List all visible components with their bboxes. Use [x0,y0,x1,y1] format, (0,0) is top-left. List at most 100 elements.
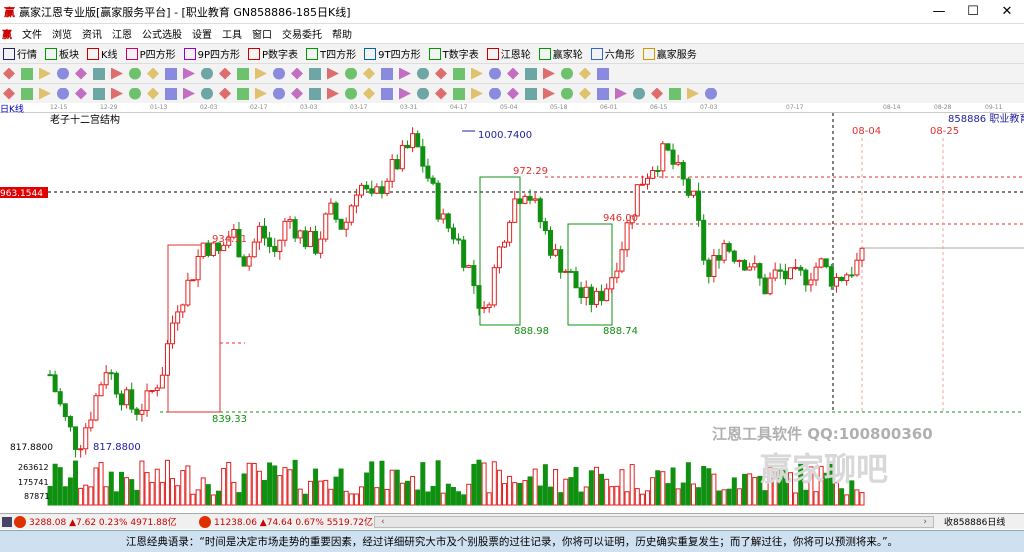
tool-icon[interactable] [525,87,537,100]
menu-file[interactable]: 文件 [22,26,42,41]
tool-icon[interactable] [147,67,159,80]
tool-icon[interactable] [39,67,51,80]
toolbar-item-5[interactable]: P数字表 [248,46,298,61]
tool-icon[interactable] [597,87,609,100]
tool-icon[interactable] [561,87,573,100]
menu-browse[interactable]: 浏览 [52,26,72,41]
tool-icon[interactable] [57,67,69,80]
toolbar-item-9[interactable]: 江恩轮 [486,46,531,61]
toolbar-item-2[interactable]: K线 [87,46,118,61]
tool-icon[interactable] [453,87,465,100]
toolbar-item-7[interactable]: 9T四方形 [364,46,421,61]
tool-icon[interactable] [93,87,105,100]
tool-icon[interactable] [363,87,375,100]
grid-icon[interactable] [2,516,12,527]
tool-icon[interactable] [237,87,249,100]
maximize-button[interactable]: ☐ [956,4,990,19]
toolbar-item-4[interactable]: 9P四方形 [183,46,240,61]
menu-info[interactable]: 资讯 [82,26,102,41]
tool-icon[interactable] [75,87,87,100]
tool-icon[interactable] [21,87,33,100]
tool-icon[interactable] [345,87,357,100]
menu-help[interactable]: 帮助 [332,26,352,41]
tool-icon[interactable] [291,67,303,80]
tool-icon[interactable] [57,87,69,100]
tool-icon[interactable] [615,87,627,100]
tool-icon[interactable] [687,87,699,100]
tool-icon[interactable] [21,67,33,80]
tool-icon[interactable] [489,87,501,100]
tool-icon[interactable] [273,87,285,100]
toolbar-item-0[interactable]: 行情 [3,46,37,61]
tool-icon[interactable] [417,67,429,80]
tool-icon[interactable] [165,87,177,100]
tool-icon[interactable] [399,87,411,100]
minimize-button[interactable]: — [922,4,956,19]
menu-tools[interactable]: 工具 [222,26,242,41]
tool-icon[interactable] [93,67,105,80]
tool-icon[interactable] [543,67,555,80]
tool-icon[interactable] [309,67,321,80]
tool-icon[interactable] [3,87,15,100]
tool-icon[interactable] [111,67,123,80]
tool-icon[interactable] [309,87,321,100]
tool-icon[interactable] [507,87,519,100]
close-button[interactable]: ✕ [990,4,1024,19]
tool-icon[interactable] [669,87,681,100]
tool-icon[interactable] [453,67,465,80]
tool-icon[interactable] [147,87,159,100]
toolbar-item-6[interactable]: T四方形 [306,46,356,61]
horizontal-scrollbar[interactable]: ‹ › [374,515,934,528]
tool-icon[interactable] [705,87,717,100]
tool-icon[interactable] [201,87,213,100]
menu-trade[interactable]: 交易委托 [282,26,322,41]
tool-icon[interactable] [345,67,357,80]
tool-icon[interactable] [543,87,555,100]
menu-gann[interactable]: 江恩 [112,26,132,41]
tool-icon[interactable] [129,87,141,100]
tool-icon[interactable] [129,67,141,80]
tool-icon[interactable] [219,87,231,100]
tool-icon[interactable] [579,87,591,100]
tool-icon[interactable] [3,67,15,80]
tool-icon[interactable] [399,67,411,80]
tool-icon[interactable] [651,87,663,100]
tool-icon[interactable] [381,67,393,80]
tool-icon[interactable] [255,87,267,100]
tool-icon[interactable] [597,67,609,80]
tool-icon[interactable] [255,67,267,80]
tool-icon[interactable] [579,67,591,80]
tool-icon[interactable] [111,87,123,100]
menu-window[interactable]: 窗口 [252,26,272,41]
menu-formula[interactable]: 公式选股 [142,26,182,41]
tool-icon[interactable] [471,67,483,80]
menu-settings[interactable]: 设置 [192,26,212,41]
tool-icon[interactable] [381,87,393,100]
tool-icon[interactable] [273,67,285,80]
tool-icon[interactable] [291,87,303,100]
tool-icon[interactable] [165,67,177,80]
tool-icon[interactable] [39,87,51,100]
toolbar-item-3[interactable]: P四方形 [125,46,176,61]
tool-icon[interactable] [525,67,537,80]
tool-icon[interactable] [507,67,519,80]
tool-icon[interactable] [363,67,375,80]
tool-icon[interactable] [417,87,429,100]
tool-icon[interactable] [219,67,231,80]
kline-chart[interactable]: 老子十二宫结构 858886 职业教育 2023-07-27 08-04 08-… [0,113,1024,513]
tool-icon[interactable] [327,67,339,80]
tool-icon[interactable] [327,87,339,100]
tool-icon[interactable] [489,67,501,80]
toolbar-item-12[interactable]: 赢家服务 [642,46,697,61]
toolbar-item-10[interactable]: 赢家轮 [538,46,583,61]
tool-icon[interactable] [471,87,483,100]
tool-icon[interactable] [435,67,447,80]
toolbar-item-11[interactable]: 六角形 [590,46,635,61]
tool-icon[interactable] [201,67,213,80]
toolbar-item-8[interactable]: T数字表 [428,46,479,61]
tool-icon[interactable] [435,87,447,100]
tool-icon[interactable] [561,67,573,80]
tool-icon[interactable] [237,67,249,80]
tool-icon[interactable] [183,67,195,80]
tool-icon[interactable] [183,87,195,100]
